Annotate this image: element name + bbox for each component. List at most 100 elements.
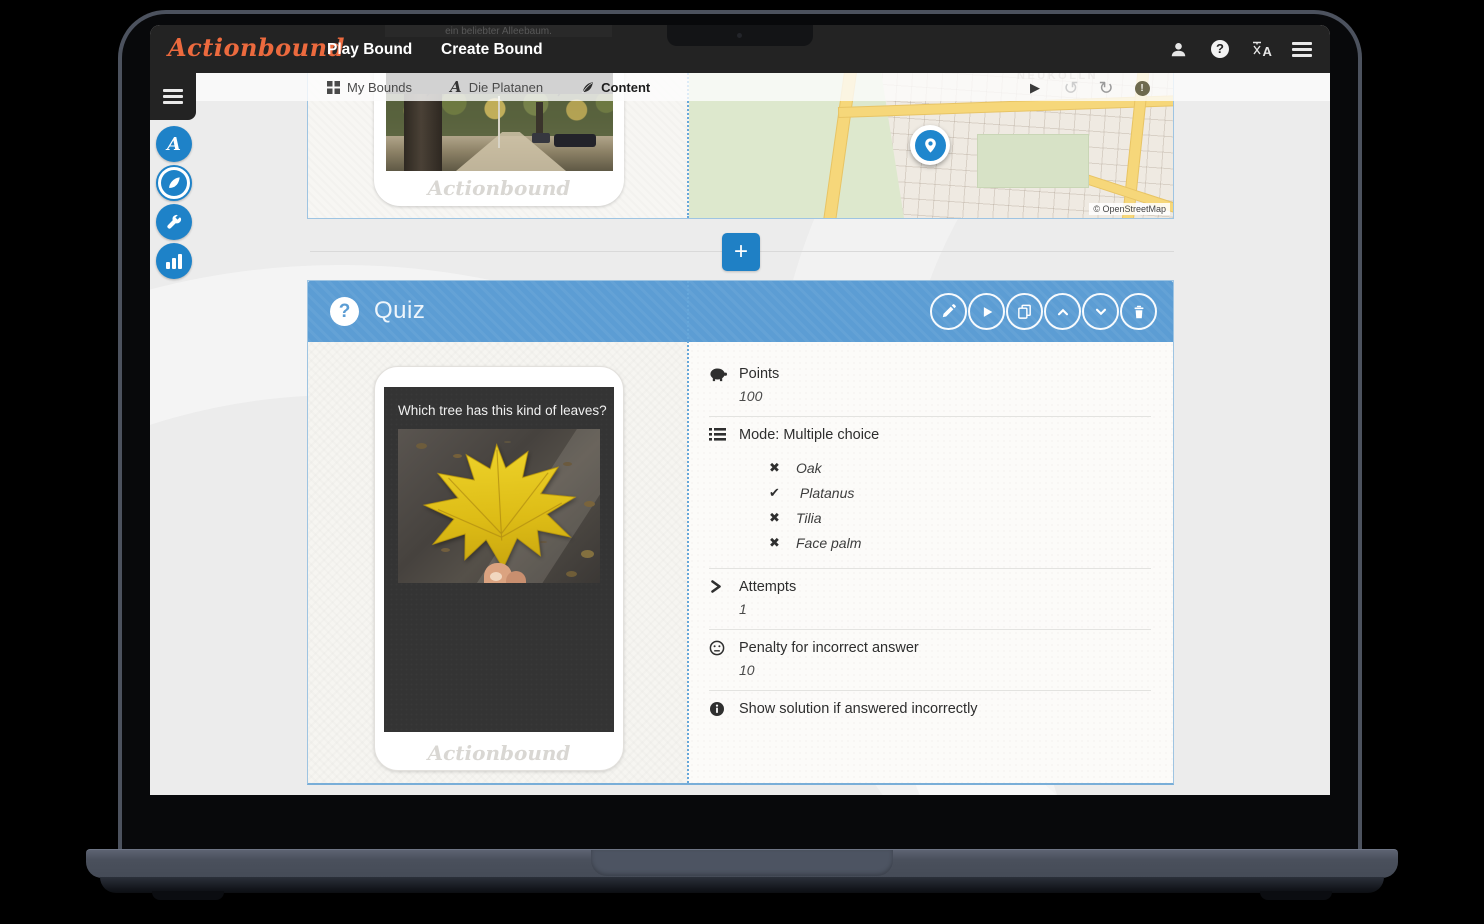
feather-icon: [581, 81, 594, 94]
quiz-actions: [930, 293, 1157, 330]
penalty-row: Penalty for incorrect answer 10: [709, 630, 1151, 691]
play-icon: [979, 304, 995, 320]
leaf-photo: [398, 429, 600, 583]
redo-icon[interactable]: ↻: [1095, 77, 1117, 99]
move-up-button[interactable]: [1044, 293, 1081, 330]
breadcrumb-bound[interactable]: A Die Platanen: [450, 78, 543, 96]
solution-row: Show solution if answered incorrectly: [709, 691, 1151, 730]
phone-preview-quiz: Which tree has this kind of leaves?: [374, 366, 624, 771]
delete-button[interactable]: [1120, 293, 1157, 330]
option-label: Platanus: [796, 485, 854, 501]
map-location-pin[interactable]: [910, 125, 950, 165]
svg-text:A: A: [1263, 44, 1273, 59]
undo-glyph: ↺: [1063, 78, 1078, 99]
fingernail: [490, 572, 502, 581]
quiz-question-text: Which tree has this kind of leaves?: [398, 403, 607, 418]
help-glyph: ?: [1211, 40, 1229, 58]
sidebar-item-settings[interactable]: [156, 204, 192, 240]
answer-option: ✖ Tilia: [769, 505, 1151, 530]
list-icon: [709, 426, 739, 557]
phone-watermark: Actionbound: [375, 741, 623, 765]
add-element-button[interactable]: +: [722, 233, 760, 271]
laptop-notch: [667, 25, 813, 46]
wrong-icon: ✖: [769, 535, 783, 551]
camera-icon: [737, 33, 742, 38]
feather-icon: [161, 170, 187, 196]
laptop-foot-left: [152, 891, 224, 900]
attempts-row: Attempts 1: [709, 569, 1151, 630]
nav-play-bound[interactable]: Play Bound: [327, 41, 412, 59]
option-label: Face palm: [796, 535, 861, 551]
move-down-button[interactable]: [1082, 293, 1119, 330]
laptop-base: [86, 849, 1398, 878]
bound-a-icon: A: [167, 134, 181, 155]
quiz-card: ? Quiz: [307, 280, 1174, 785]
trash-icon: [1131, 304, 1147, 320]
alert-icon[interactable]: !: [1131, 77, 1153, 99]
help-icon[interactable]: ?: [1208, 37, 1232, 61]
nav-create-bound[interactable]: Create Bound: [441, 41, 543, 59]
play-icon[interactable]: ▶: [1024, 77, 1046, 99]
translate-icon[interactable]: A: [1250, 37, 1274, 61]
chevron-down-icon: [1093, 304, 1109, 320]
chevron-separator-icon: [426, 77, 436, 97]
wrench-icon: [166, 214, 182, 230]
duplicate-button[interactable]: [1006, 293, 1043, 330]
penalty-label: Penalty for incorrect answer: [739, 639, 1151, 658]
edit-button[interactable]: [930, 293, 967, 330]
app-logo[interactable]: Actionbound: [168, 33, 345, 62]
preview-play-button[interactable]: [968, 293, 1005, 330]
bound-a-icon: A: [450, 78, 462, 96]
breadcrumb-label: Content: [601, 80, 650, 95]
sidebar-menu-toggle[interactable]: [150, 73, 196, 120]
map-attribution: © OpenStreetMap: [1089, 203, 1170, 215]
phone-watermark: Actionbound: [374, 176, 624, 200]
chevron-separator-icon: [557, 77, 567, 97]
quiz-card-title: Quiz: [374, 297, 425, 325]
check-icon: ✔: [769, 485, 783, 501]
map-park-area: [977, 134, 1089, 188]
quiz-settings-panel: Points 100: [689, 342, 1173, 783]
option-label: Tilia: [796, 510, 822, 526]
sidebar-item-content-active[interactable]: [156, 165, 192, 201]
chevron-up-icon: [1055, 304, 1071, 320]
laptop-base-scoop: [591, 850, 893, 876]
mode-label: Mode: Multiple choice: [739, 426, 1151, 445]
card-divider: [687, 281, 689, 783]
menu-icon[interactable]: [1290, 37, 1314, 61]
piggy-bank-icon: [709, 365, 739, 405]
mode-row: Mode: Multiple choice ✖ Oak ✔ Platanus: [709, 417, 1151, 569]
attempts-value: 1: [739, 600, 1151, 618]
laptop-lip: [100, 877, 1384, 893]
answer-option: ✖ Oak: [769, 455, 1151, 480]
pencil-icon: [940, 303, 957, 320]
scrolled-preview-text: ein beliebter Alleebaum.: [385, 25, 612, 37]
chevron-right-icon: [709, 578, 739, 618]
sidebar-item-results[interactable]: [156, 243, 192, 279]
app-screen: Actionbound NEUKÖLLN: [150, 25, 1330, 795]
laptop-foot-right: [1260, 891, 1332, 900]
undo-icon[interactable]: ↺: [1060, 77, 1082, 99]
stats-icon: [166, 254, 182, 269]
wrong-icon: ✖: [769, 510, 783, 526]
points-row: Points 100: [709, 356, 1151, 417]
play-glyph: ▶: [1030, 80, 1040, 96]
copy-icon: [1016, 303, 1033, 320]
solution-label: Show solution if answered incorrectly: [739, 700, 1151, 719]
breadcrumb-content[interactable]: Content: [581, 80, 650, 95]
breadcrumb-my-bounds[interactable]: My Bounds: [327, 80, 412, 95]
tree-trunk: [404, 94, 442, 171]
points-label: Points: [739, 365, 1151, 384]
answer-options: ✖ Oak ✔ Platanus ✖ Tilia: [769, 455, 1151, 555]
option-label: Oak: [796, 460, 822, 476]
breadcrumb: My Bounds A Die Platanen Content: [150, 73, 1330, 101]
answer-option: ✖ Face palm: [769, 530, 1151, 555]
quiz-card-header: ? Quiz: [308, 281, 1173, 342]
grid-icon: [327, 81, 340, 94]
pin-icon: [915, 130, 946, 161]
menu-icon: [163, 86, 183, 107]
phone-screen: Which tree has this kind of leaves?: [384, 387, 614, 732]
alert-glyph: !: [1135, 81, 1150, 96]
sidebar-item-bound[interactable]: A: [156, 126, 192, 162]
user-icon[interactable]: [1166, 37, 1190, 61]
